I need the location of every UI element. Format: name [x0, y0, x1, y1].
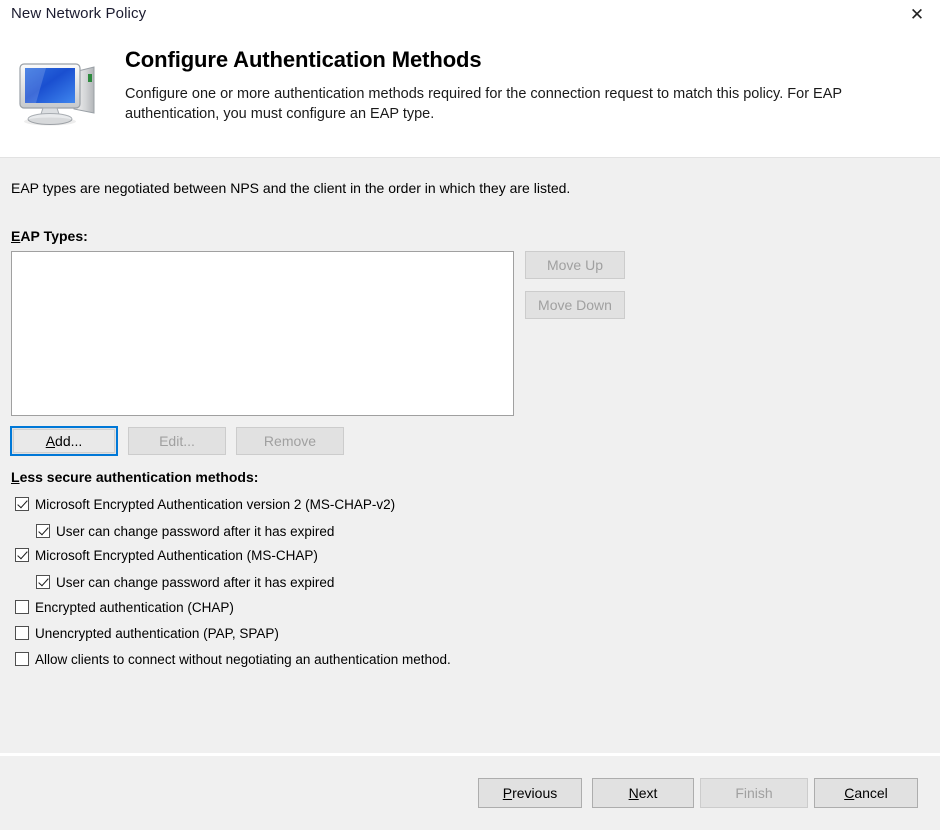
computer-monitor-icon: [12, 50, 104, 128]
cancel-button[interactable]: Cancel: [814, 778, 918, 808]
next-label: Next: [628, 785, 658, 801]
checkbox-label: Microsoft Encrypted Authentication (MS-C…: [35, 547, 318, 563]
close-button[interactable]: ✕: [894, 0, 940, 30]
edit-button[interactable]: Edit...: [128, 427, 226, 455]
checkbox-label: Allow clients to connect without negotia…: [35, 651, 451, 667]
dialog-body: EAP types are negotiated between NPS and…: [0, 158, 940, 753]
page-description: Configure one or more authentication met…: [125, 86, 842, 122]
checkbox-icon[interactable]: [15, 548, 29, 562]
less-secure-methods-label: Less secure authentication methods:: [11, 469, 259, 485]
header-banner: Configure Authentication Methods Configu…: [0, 32, 940, 158]
previous-label: Previous: [502, 785, 558, 801]
checkbox-label: User can change password after it has ex…: [56, 574, 335, 590]
checkbox-label: Unencrypted authentication (PAP, SPAP): [35, 625, 279, 641]
checkbox-icon[interactable]: [36, 575, 50, 589]
dialog-footer: Previous Next Finish Cancel: [0, 756, 940, 830]
checkbox-row-mschap-changepw[interactable]: User can change password after it has ex…: [36, 572, 334, 592]
checkbox-label: Microsoft Encrypted Authentication versi…: [35, 496, 396, 512]
checkbox-icon[interactable]: [15, 497, 29, 511]
eap-types-label: EAP Types:: [11, 228, 88, 244]
remove-label: Remove: [263, 433, 317, 449]
checkbox-icon[interactable]: [15, 626, 29, 640]
checkbox-row-mschapv2-changepw[interactable]: User can change password after it has ex…: [36, 521, 334, 541]
intro-text: EAP types are negotiated between NPS and…: [11, 180, 571, 196]
add-button[interactable]: Add...: [10, 426, 118, 456]
next-button[interactable]: Next: [592, 778, 694, 808]
finish-label: Finish: [735, 785, 773, 801]
move-down-label: Move Down: [538, 297, 612, 313]
remove-button[interactable]: Remove: [236, 427, 344, 455]
checkbox-icon[interactable]: [15, 600, 29, 614]
checkbox-icon[interactable]: [36, 524, 50, 538]
checkbox-row-mschap[interactable]: Microsoft Encrypted Authentication (MS-C…: [15, 545, 318, 565]
move-down-button[interactable]: Move Down: [525, 291, 625, 319]
cancel-label: Cancel: [844, 785, 888, 801]
checkbox-label: Encrypted authentication (CHAP): [35, 599, 234, 615]
eap-types-listbox[interactable]: [11, 251, 514, 416]
window-title: New Network Policy: [11, 5, 147, 22]
close-icon: ✕: [909, 4, 925, 25]
move-up-label: Move Up: [546, 257, 604, 273]
checkbox-row-pap-spap[interactable]: Unencrypted authentication (PAP, SPAP): [15, 623, 279, 643]
previous-button[interactable]: Previous: [478, 778, 582, 808]
checkbox-label: User can change password after it has ex…: [56, 523, 335, 539]
checkbox-row-chap[interactable]: Encrypted authentication (CHAP): [15, 597, 234, 617]
finish-button[interactable]: Finish: [700, 778, 808, 808]
add-label: Add...: [45, 433, 83, 449]
page-title: Configure Authentication Methods: [125, 47, 482, 72]
checkbox-row-mschapv2[interactable]: Microsoft Encrypted Authentication versi…: [15, 494, 395, 514]
checkbox-row-no-negotiation[interactable]: Allow clients to connect without negotia…: [15, 649, 451, 669]
edit-label: Edit...: [159, 433, 195, 449]
title-bar: New Network Policy ✕: [0, 0, 940, 32]
checkbox-icon[interactable]: [15, 652, 29, 666]
move-up-button[interactable]: Move Up: [525, 251, 625, 279]
